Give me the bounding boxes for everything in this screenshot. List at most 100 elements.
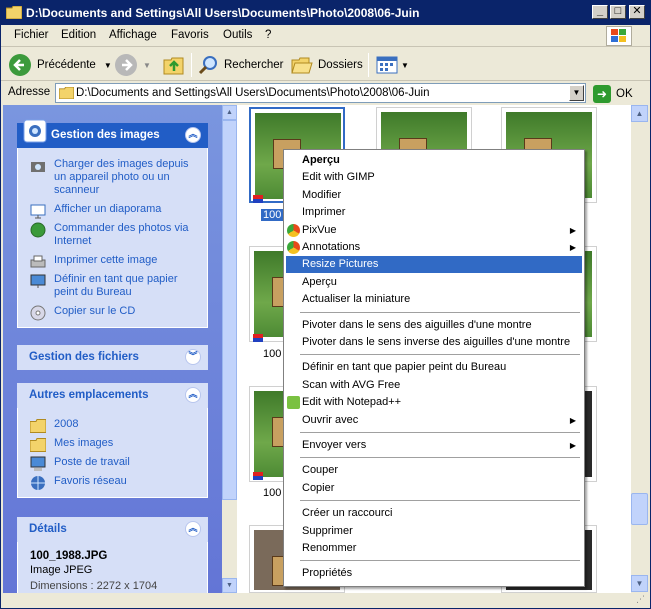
other-places-header[interactable]: Autres emplacements ︽ [17,383,208,408]
place-my-pictures[interactable]: Mes images [18,434,207,453]
thumbnail-caption[interactable]: 100 [261,209,284,221]
menu-item-edit-with-notepad[interactable]: Edit with Notepad++ [286,394,582,411]
expand-chevron-icon[interactable]: ︾ [185,349,201,365]
image-tasks-header[interactable]: Gestion des images ︽ [17,119,208,148]
menu-item-creer-un-raccourci[interactable]: Créer un raccourci [286,505,582,522]
task-copy-cd[interactable]: Copier sur le CD [18,302,207,321]
menu-item-scan-with-avg-free[interactable]: Scan with AVG Free [286,377,582,394]
search-button[interactable]: Rechercher [197,52,283,78]
details-panel: Détails ︽ 100_1988.JPG Image JPEG Dimens… [17,517,208,593]
address-input[interactable]: D:\Documents and Settings\All Users\Docu… [55,83,586,103]
up-folder-button[interactable] [163,52,185,78]
details-header[interactable]: Détails ︽ [17,517,208,542]
back-dropdown-icon[interactable]: ▼ [104,61,112,70]
menu-item-proprietes[interactable]: Propriétés [286,565,582,582]
menu-divider [300,560,580,562]
menu-item-label: Annotations [302,241,361,253]
menu-item-couper[interactable]: Couper [286,462,582,479]
menu-item-apercu[interactable]: Aperçu [286,152,582,169]
back-arrow-icon [9,54,31,76]
title-bar[interactable]: D:\Documents and Settings\All Users\Docu… [1,1,650,25]
task-order-photos[interactable]: Commander des photos via Internet [18,219,207,251]
windows-logo-icon [606,26,632,46]
details-body: 100_1988.JPG Image JPEG Dimensions : 227… [17,542,208,593]
place-network[interactable]: Favoris réseau [18,472,207,491]
menu-item-pivoter-dans-le-sens-des-aiguilles-d-une-montre[interactable]: Pivoter dans le sens des aiguilles d'une… [286,317,582,334]
thumbnail-caption[interactable]: 100 [263,487,281,499]
menu-item-label: Pivoter dans le sens des aiguilles d'une… [302,318,532,331]
menu-item-envoyer-vers[interactable]: Envoyer vers ▶ [286,437,582,454]
menu-item-supprimer[interactable]: Supprimer [286,523,582,540]
back-button[interactable]: Précédente ▼ [9,52,112,78]
menu-item-label: PixVue [302,223,337,236]
folders-button[interactable]: Dossiers [291,52,363,78]
resize-grip-icon[interactable]: ⋰ [636,594,648,606]
scroll-down-icon[interactable]: ▼ [222,578,237,593]
menu-item-pixvue[interactable]: PixVue ▶ [286,222,582,239]
menu-item-pivoter-dans-le-sens-inverse-des-aiguilles-d-une-montre[interactable]: Pivoter dans le sens inverse des aiguill… [286,334,582,351]
menu-item-label: Scan with AVG Free [302,378,401,391]
maximize-button[interactable]: □ [610,5,626,19]
scroll-down-icon[interactable]: ▼ [631,575,648,592]
menu-favoris[interactable]: Favoris [171,29,209,41]
vertical-scrollbar[interactable]: ▲ ▼ [631,105,648,593]
details-title: Détails [29,523,67,535]
window-title: D:\Documents and Settings\All Users\Docu… [26,6,420,20]
forward-dropdown-icon[interactable]: ▼ [143,61,151,70]
task-set-wallpaper[interactable]: Définir en tant que papier peint du Bure… [18,270,207,302]
task-label: Définir en tant que papier peint du Bure… [54,273,178,298]
menu-item-copier[interactable]: Copier [286,480,582,497]
menu-outils[interactable]: Outils [223,29,252,41]
place-my-computer[interactable]: Poste de travail [18,453,207,472]
address-dropdown-icon[interactable]: ▼ [569,85,584,101]
place-2008[interactable]: 2008 [18,415,207,434]
menu-item-imprimer[interactable]: Imprimer [286,204,582,221]
minimize-button[interactable]: _ [592,5,608,19]
collapse-chevron-icon[interactable]: ︽ [185,521,201,537]
menu-item-resize-pictures[interactable]: Resize Pictures [286,256,582,274]
annotations-icon [287,241,300,254]
scrollbar-thumb[interactable] [631,493,648,525]
pictures-folder-icon [30,438,46,452]
go-button[interactable]: ➜ OK [593,84,633,103]
menu-item-modifier[interactable]: Modifier [286,187,582,204]
menu-item-renommer[interactable]: Renommer [286,540,582,557]
menu-item-actualiser-la-miniature[interactable]: Actualiser la miniature [286,291,582,308]
close-button[interactable]: ✕ [629,5,645,19]
collapse-chevron-icon[interactable]: ︽ [185,387,201,403]
flag-badge-icon [253,472,263,480]
scroll-up-icon[interactable]: ▲ [222,105,237,120]
menu-item-apercu[interactable]: Aperçu [286,274,582,291]
menu-affichage[interactable]: Affichage [109,29,157,41]
scroll-up-icon[interactable]: ▲ [631,105,648,122]
menu-edition[interactable]: Edition [61,29,96,41]
menu-help[interactable]: ? [265,29,271,41]
search-icon [198,56,217,75]
place-label: Mes images [54,437,114,449]
menu-fichier[interactable]: Fichier [14,29,49,41]
collapse-chevron-icon[interactable]: ︽ [185,127,201,143]
submenu-arrow-icon: ▶ [569,225,576,235]
menu-item-ouvrir-avec[interactable]: Ouvrir avec ▶ [286,412,582,429]
task-load-images[interactable]: Charger des images depuis un appareil ph… [18,155,207,200]
printer-icon [30,255,46,268]
menu-item-definir-en-tant-que-papier-peint-du-bureau[interactable]: Définir en tant que papier peint du Bure… [286,359,582,376]
wallpaper-icon [30,274,46,288]
views-button[interactable]: ▼ [375,52,409,78]
menu-item-annotations[interactable]: Annotations ▶ [286,239,582,256]
toolbar-separator [191,53,192,77]
file-tasks-header[interactable]: Gestion des fichiers ︾ [17,345,208,370]
forward-button[interactable]: ▼ [115,52,151,78]
task-pane-scrollbar[interactable]: ▲ ▼ [222,105,237,593]
folder-icon [6,6,22,19]
task-print-image[interactable]: Imprimer cette image [18,251,207,270]
task-slideshow[interactable]: Afficher un diaporama [18,200,207,219]
menu-item-edit-with-gimp[interactable]: Edit with GIMP [286,169,582,186]
thumbnail-caption[interactable]: 100 [263,348,281,360]
task-label: Copier sur le CD [54,305,136,317]
scrollbar-thumb[interactable] [222,120,237,500]
submenu-arrow-icon: ▶ [569,243,576,252]
address-bar: Adresse D:\Documents and Settings\All Us… [1,82,650,105]
views-dropdown-icon[interactable]: ▼ [401,61,409,70]
folders-icon [291,57,313,74]
